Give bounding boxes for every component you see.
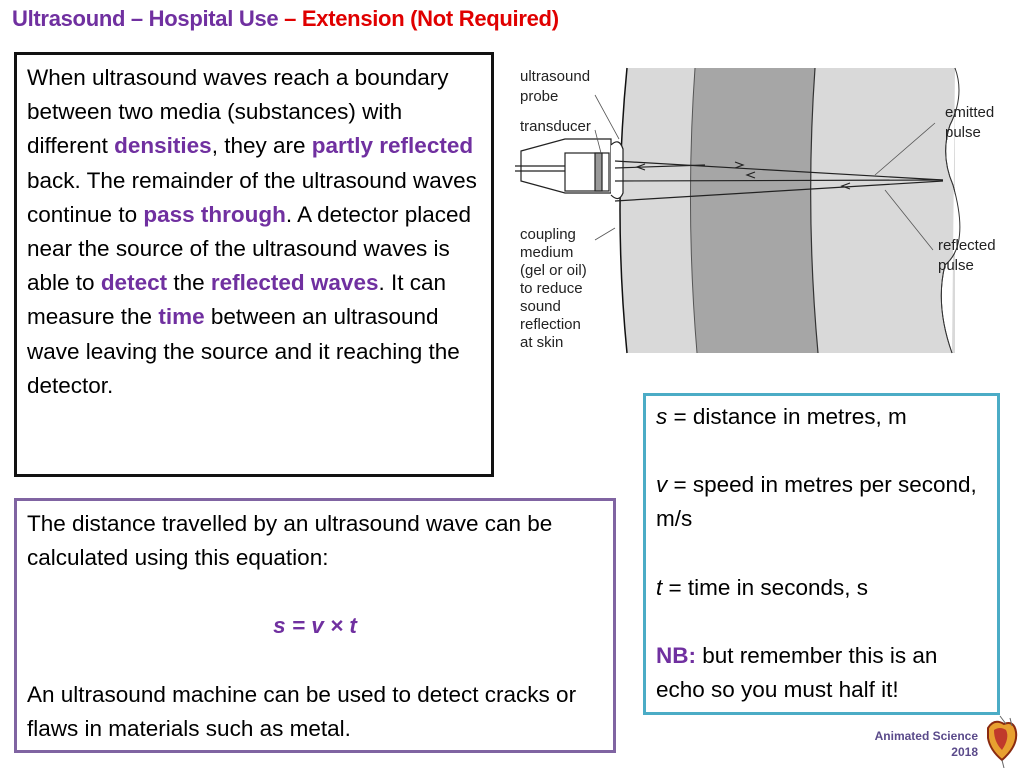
label-coupling-4: to reduce [520, 280, 583, 297]
intro-text-segment: the [167, 270, 211, 296]
var-v-text: = speed in metres per second, m/s [656, 472, 977, 532]
label-coupling-6: reflection [520, 316, 581, 333]
nb-label: NB: [656, 642, 696, 668]
nb-text: but remember this is an echo so you must… [656, 642, 938, 703]
label-reflected-pulse-2: pulse [938, 257, 974, 274]
intro-paragraph: When ultrasound waves reach a boundary b… [27, 61, 481, 403]
intro-text-box: When ultrasound waves reach a boundary b… [14, 52, 494, 477]
equation: s = v × t [273, 613, 357, 639]
intro-text-segment: , they are [211, 133, 312, 159]
label-emitted-pulse-2: pulse [945, 124, 981, 141]
nb-note: NB: but remember this is an echo so you … [656, 639, 987, 707]
highlighted-term: time [158, 304, 205, 330]
label-probe: probe [520, 88, 558, 105]
var-v-symbol: v [656, 472, 668, 498]
footer-brand: Animated Science 2018 [875, 728, 978, 760]
ultrasound-probe [515, 138, 624, 200]
label-emitted-pulse: emitted [945, 104, 994, 121]
variables-box: s = distance in metres, m v = speed in m… [643, 393, 1000, 715]
highlighted-term: partly reflected [311, 133, 474, 159]
highlighted-term: reflected waves [210, 270, 379, 296]
label-transducer: transducer [520, 118, 591, 135]
var-t-text: = time in seconds, s [662, 574, 868, 600]
title-extension: – Extension (Not Required) [278, 6, 559, 31]
var-v: v = speed in metres per second, m/s [656, 468, 987, 536]
equation-box: The distance travelled by an ultrasound … [14, 498, 616, 753]
label-coupling-2: medium [520, 244, 573, 261]
highlighted-term: detect [100, 270, 168, 296]
equation-note: An ultrasound machine can be used to det… [27, 681, 577, 741]
var-s-text: = distance in metres, m [667, 404, 907, 429]
slide-title: Ultrasound – Hospital Use – Extension (N… [12, 6, 559, 32]
footer-brand-name: Animated Science [874, 729, 978, 743]
footer-year: 2018 [951, 745, 978, 759]
var-s-symbol: s [656, 404, 668, 429]
label-coupling-7: at skin [520, 334, 563, 351]
label-ultrasound-probe: ultrasound [520, 68, 590, 85]
label-coupling-5: sound [520, 298, 561, 315]
highlighted-term: pass through [143, 201, 286, 227]
title-main: Ultrasound – Hospital Use [12, 6, 279, 31]
label-coupling-3: (gel or oil) [520, 262, 587, 279]
ultrasound-diagram: ultrasound probe transducer coupling med… [515, 65, 1015, 355]
heart-logo-icon [987, 715, 1018, 768]
bone-layer [690, 68, 818, 353]
label-coupling: coupling [520, 226, 576, 243]
equation-intro: The distance travelled by an ultrasound … [27, 511, 553, 571]
highlighted-term: densities [114, 133, 212, 159]
var-t: t = time in seconds, s [656, 571, 987, 605]
label-reflected-pulse: reflected [938, 237, 996, 254]
var-s: s = distance in metres, m [656, 400, 987, 434]
